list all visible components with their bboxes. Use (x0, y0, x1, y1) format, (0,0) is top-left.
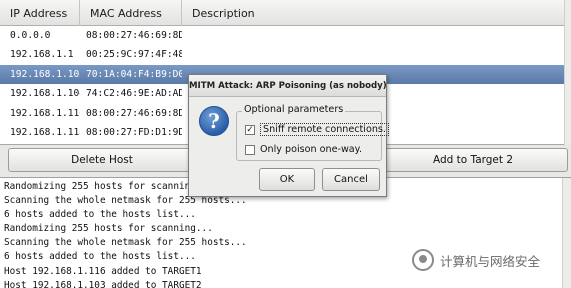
one-way-label: Only poison one-way. (260, 144, 363, 155)
add-to-target-2-button[interactable]: Add to Target 2 (378, 148, 568, 172)
delete-host-button[interactable]: Delete Host (8, 148, 196, 172)
ip-cell: 192.168.1.118 (10, 126, 80, 138)
column-header-description[interactable]: Description (182, 0, 571, 26)
log-line: Host 192.168.1.103 added to TARGET2 (4, 279, 202, 288)
sniff-remote-label: Sniff remote connections. (260, 123, 389, 136)
ip-cell: 192.168.1.1 (10, 49, 74, 61)
cancel-button[interactable]: Cancel (322, 168, 380, 191)
table-header: IP Address MAC Address Description (0, 0, 571, 26)
mitm-arp-dialog: MITM Attack: ARP Poisoning (as nobody) ?… (188, 74, 389, 197)
table-row[interactable]: 0.0.0.0 08:00:27:46:69:8D (0, 26, 565, 45)
ip-cell: 192.168.1.116 (10, 107, 80, 119)
watermark: 计算机与网络安全 (412, 246, 540, 274)
log-line: Randomizing 255 hosts for scanning... (4, 223, 213, 235)
ip-cell: 192.168.1.103 (10, 68, 80, 80)
group-label: Optional parameters (242, 104, 346, 115)
mac-cell: 08:00:27:46:69:8D (86, 30, 182, 42)
sniff-remote-checkbox[interactable]: ✓ (245, 124, 255, 135)
ip-cell: 192.168.1.104 (10, 88, 80, 100)
ok-button[interactable]: OK (259, 168, 315, 191)
sniff-remote-option[interactable]: ✓ Sniff remote connections. (245, 122, 389, 137)
one-way-option[interactable]: Only poison one-way. (245, 142, 362, 157)
dialog-title: MITM Attack: ARP Poisoning (as nobody) (189, 75, 387, 97)
one-way-checkbox[interactable] (245, 144, 255, 155)
mac-cell: 70:1A:04:F4:B9:D0 (86, 68, 182, 80)
column-header-ip[interactable]: IP Address (0, 0, 80, 26)
mac-cell: 08:00:27:FD:D1:9D (86, 126, 182, 138)
mac-cell: 08:00:27:46:69:8D (86, 107, 182, 119)
mac-cell: 74:C2:46:9E:AD:AD (86, 88, 182, 100)
ip-cell: 0.0.0.0 (10, 30, 51, 42)
table-scrollbar[interactable] (564, 0, 571, 145)
column-header-mac[interactable]: MAC Address (80, 0, 182, 26)
question-icon: ? (199, 106, 229, 136)
table-row[interactable]: 192.168.1.1 00:25:9C:97:4F:48 (0, 45, 565, 64)
mac-cell: 00:25:9C:97:4F:48 (86, 49, 182, 61)
wechat-logo-icon (412, 249, 434, 271)
log-line: 6 hosts added to the hosts list... (4, 209, 196, 221)
log-scrollbar[interactable] (562, 178, 571, 288)
watermark-text: 计算机与网络安全 (440, 253, 541, 269)
